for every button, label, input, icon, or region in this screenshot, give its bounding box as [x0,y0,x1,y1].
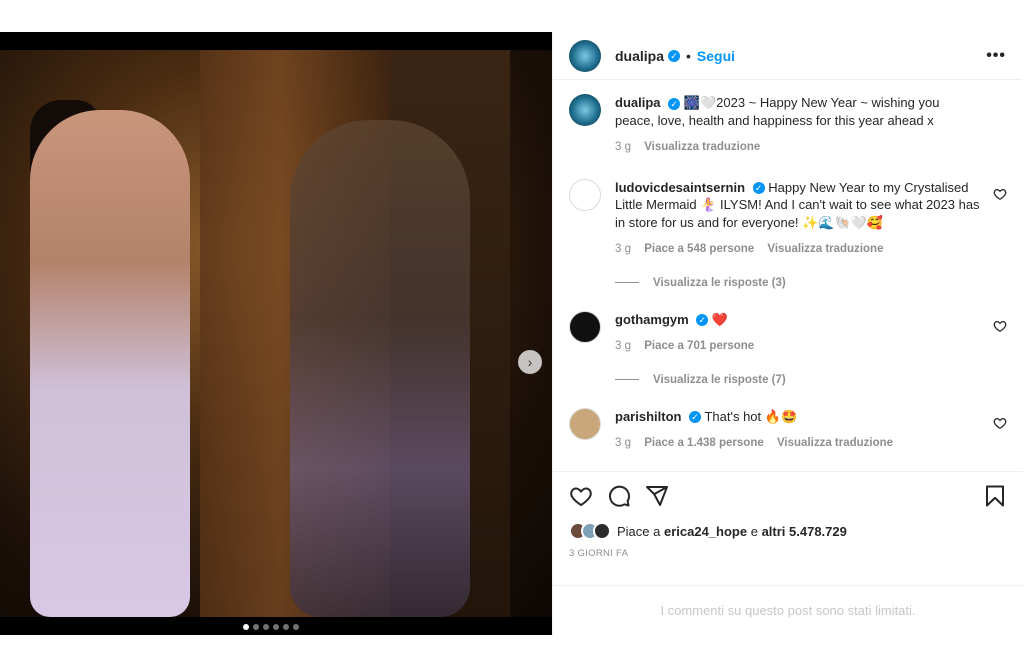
comment-avatar[interactable] [569,178,601,211]
comment-likes-link[interactable]: Piace a 1.438 persone [644,437,764,449]
comments-limited-notice: I commenti su questo post sono stati lim… [553,585,1023,635]
view-replies-button[interactable]: Visualizza le risposte (7) [615,374,1007,386]
likes-middle: e [747,523,762,539]
post-side-panel: dualipa ✓ • Segui ••• dualipa ✓ 🎆🤍2023 ~… [552,32,1023,635]
comment-container: ludovicdesaintsernin ✓ Happy New Year to… [569,178,1007,471]
replies-label: Visualizza le risposte (7) [653,373,786,386]
bookmark-icon[interactable] [983,484,1007,508]
likes-summary: Piace a erica24_hope e altri 5.478.729 [553,508,1023,540]
comment-username[interactable]: ludovicdesaintsernin [615,180,745,195]
likes-others-link[interactable]: altri 5.478.729 [762,524,847,539]
action-bar [553,472,1023,508]
carousel-dot [263,624,269,630]
comment-translate-link[interactable]: Visualizza traduzione [777,437,893,449]
caption-translate-link[interactable]: Visualizza traduzione [644,141,760,153]
replies-line [615,282,639,283]
verified-badge-icon: ✓ [689,411,702,424]
verified-badge-icon: ✓ [668,49,681,62]
separator-bullet: • [686,47,691,64]
post-media: › [0,32,552,635]
comment-text: ❤️ [711,311,729,327]
verified-badge-icon: ✓ [668,97,681,110]
carousel-dot [293,624,299,630]
comment-meta: 3 g Piace a 548 persone Visualizza tradu… [615,241,981,259]
caption-text: 🎆🤍2023 ~ Happy New Year ~ wishing you pe… [615,95,940,128]
caption: dualipa ✓ 🎆🤍2023 ~ Happy New Year ~ wish… [569,94,1007,157]
comment-body: ludovicdesaintsernin ✓ Happy New Year to… [615,179,1007,259]
comment-likes-link[interactable]: Piace a 548 persone [644,243,754,255]
more-options-icon[interactable]: ••• [986,47,1006,65]
comment-avatar[interactable] [569,310,601,343]
carousel-dot [253,624,259,630]
caption-meta: 3 g Visualizza traduzione [615,139,981,157]
comment-translate-link[interactable]: Visualizza traduzione [767,243,883,255]
comment: parishilton ✓ That's hot 🔥🤩 3 g Piace a … [569,407,1007,453]
comment-time: 3 g [615,437,631,449]
comment-likes-link[interactable]: Piace a 701 persone [644,340,754,352]
liker-avatar [593,522,611,540]
comment-text: That's hot 🔥🤩 [704,408,798,424]
caption-body: dualipa ✓ 🎆🤍2023 ~ Happy New Year ~ wish… [615,94,1007,157]
comments-list[interactable]: dualipa ✓ 🎆🤍2023 ~ Happy New Year ~ wish… [553,80,1023,471]
carousel-dot [273,624,279,630]
follow-button[interactable]: Segui [697,48,735,64]
comment-meta: 3 g Piace a 1.438 persone Visualizza tra… [615,435,981,453]
comment-username[interactable]: gothamgym [615,312,689,327]
comment-heart-icon[interactable] [993,416,1007,430]
comment-body: parishilton ✓ That's hot 🔥🤩 3 g Piace a … [615,408,1007,453]
comment-heart-icon[interactable] [993,187,1007,201]
woman-figure [30,110,190,617]
replies-label: Visualizza le risposte (3) [653,276,786,289]
comment-time: 3 g [615,243,631,255]
caption-username[interactable]: dualipa [615,95,661,110]
verified-badge-icon: ✓ [752,182,765,195]
caption-time: 3 g [615,141,631,153]
post-photo[interactable] [0,50,552,617]
comment-icon[interactable] [607,484,631,508]
likes-text: Piace a erica24_hope e altri 5.478.729 [617,524,847,539]
comment-heart-icon[interactable] [993,319,1007,333]
comment: gothamgym ✓ ❤️ 3 g Piace a 701 persone [569,310,1007,356]
comment-time: 3 g [615,340,631,352]
author-avatar[interactable] [569,39,601,72]
comment-meta: 3 g Piace a 701 persone [615,338,981,356]
carousel-dot [283,624,289,630]
carousel-next-button[interactable]: › [518,350,542,374]
post-date: 3 GIORNI FA [569,548,629,559]
likes-prefix: Piace a [617,523,664,539]
comment-username[interactable]: parishilton [615,409,681,424]
instagram-post-view: › dualipa ✓ • Segui ••• dualipa ✓ 🎆🤍2023… [0,0,1024,659]
comment-body: gothamgym ✓ ❤️ 3 g Piace a 701 persone [615,311,1007,356]
verified-badge-icon: ✓ [696,314,709,327]
mirror-reflection [290,120,470,617]
replies-line [615,379,639,380]
carousel-dot [243,624,249,630]
comment-avatar[interactable] [569,407,601,440]
author-username[interactable]: dualipa [615,48,664,64]
heart-icon[interactable] [569,484,593,508]
post-header: dualipa ✓ • Segui ••• [553,32,1022,80]
share-icon[interactable] [645,484,669,508]
caption-avatar[interactable] [569,94,601,126]
view-replies-button[interactable]: Visualizza le risposte (3) [615,277,1007,289]
comment: ludovicdesaintsernin ✓ Happy New Year to… [569,178,1007,259]
likes-user-link[interactable]: erica24_hope [664,524,747,539]
carousel-dots [243,624,299,630]
